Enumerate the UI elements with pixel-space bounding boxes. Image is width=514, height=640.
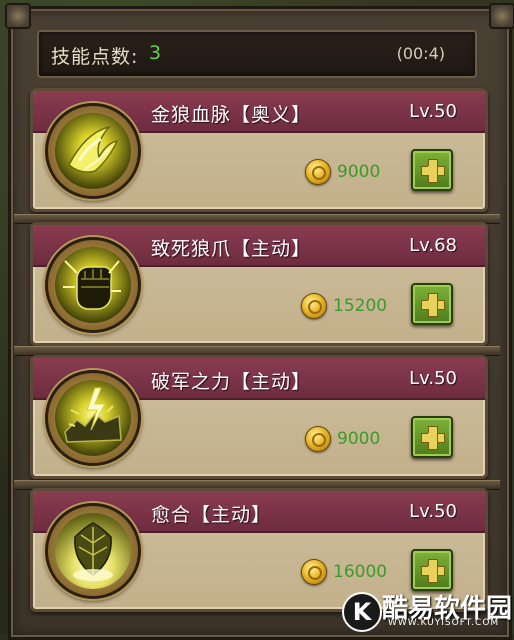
upgrade-plus-button[interactable]: [411, 283, 453, 325]
skill-name: 愈合【主动】: [151, 504, 272, 526]
skill-points-bar: 技能点数: 3 (00:4): [37, 30, 477, 78]
skill-cost-value: 15200: [333, 296, 388, 316]
skill-name: 金狼血脉【奥义】: [151, 104, 312, 126]
skill-level: Lv.50: [409, 368, 457, 389]
skill-cost-value: 9000: [337, 162, 381, 182]
skill-cost-value: 16000: [333, 562, 388, 582]
skill-icon-button[interactable]: [45, 237, 141, 333]
upgrade-plus-button[interactable]: [411, 416, 453, 458]
skill-cost-value: 9000: [337, 429, 381, 449]
skill-points-timer: (00:4): [396, 44, 445, 63]
skill-cost: 15200: [301, 292, 387, 320]
site-watermark: K 酷易软件园 WWW.KUYISOFT.COM: [342, 586, 512, 632]
skill-icon-button[interactable]: [45, 370, 141, 466]
skill-level: Lv.50: [409, 101, 457, 122]
skill-card-1: 金狼血脉【奥义】 Lv.50 9000: [30, 88, 488, 212]
skill-cost: 16000: [301, 558, 387, 586]
skill-points-value: 3: [149, 42, 162, 64]
glowing-leaf-icon: [55, 513, 131, 589]
skill-points-label: 技能点数:: [51, 46, 139, 68]
gold-coin-icon: [305, 426, 331, 452]
frame-corner: [5, 3, 31, 29]
gold-coin-icon: [301, 293, 327, 319]
skill-card-2: 致死狼爪【主动】 Lv.68 15200: [30, 222, 488, 346]
skill-cost: 9000: [305, 158, 380, 186]
golden-claw-swirl-icon: [55, 113, 131, 189]
shattered-rock-lightning-icon: [55, 380, 131, 456]
skill-name: 致死狼爪【主动】: [151, 238, 312, 260]
skill-cost: 9000: [305, 425, 380, 453]
skill-icon-button[interactable]: [45, 503, 141, 599]
skill-card-3: 破军之力【主动】 Lv.50 9000: [30, 355, 488, 479]
clenched-fist-icon: [55, 247, 131, 323]
skill-level: Lv.50: [409, 501, 457, 522]
gold-coin-icon: [301, 559, 327, 585]
skill-icon-button[interactable]: [45, 103, 141, 199]
upgrade-plus-button[interactable]: [411, 549, 453, 591]
watermark-logo: K: [342, 592, 382, 632]
upgrade-plus-button[interactable]: [411, 149, 453, 191]
skill-level: Lv.68: [409, 235, 457, 256]
gold-coin-icon: [305, 159, 331, 185]
frame-corner: [489, 3, 514, 29]
skill-name: 破军之力【主动】: [151, 371, 312, 393]
watermark-url: WWW.KUYISOFT.COM: [388, 618, 500, 628]
